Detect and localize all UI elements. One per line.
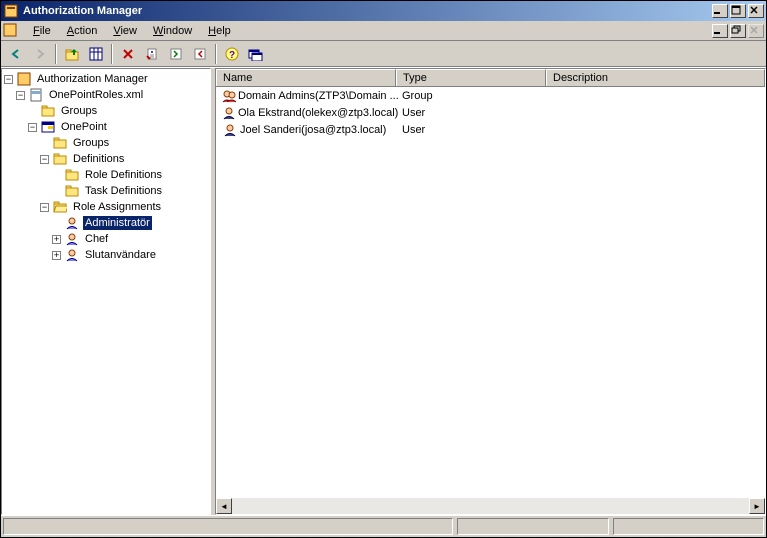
status-panel-2	[457, 518, 608, 535]
scroll-right-button[interactable]: ►	[749, 498, 765, 514]
tree-role-assign[interactable]: Role Assignments	[71, 200, 163, 214]
col-type[interactable]: Type	[396, 69, 546, 86]
group-icon	[222, 88, 236, 104]
window-title: Authorization Manager	[23, 5, 712, 17]
separator	[55, 44, 57, 64]
menu-file[interactable]: File	[25, 23, 59, 39]
list-header: Name Type Description	[216, 69, 765, 87]
status-panel-1	[3, 518, 453, 535]
delete-button[interactable]	[117, 43, 139, 65]
tree-groups[interactable]: Groups	[59, 104, 99, 118]
refresh-button[interactable]	[165, 43, 187, 65]
folder-icon	[52, 135, 68, 151]
col-description[interactable]: Description	[546, 69, 765, 86]
menubar: File Action View Window Help	[1, 21, 766, 41]
close-button[interactable]	[748, 4, 764, 18]
new-window-button[interactable]	[245, 43, 267, 65]
role-icon	[64, 247, 80, 263]
expand-icon[interactable]: −	[40, 155, 49, 164]
list-panel: Name Type Description Domain Admins(ZTP3…	[215, 68, 766, 515]
col-name[interactable]: Name	[216, 69, 396, 86]
row-name: Ola Ekstrand(olekex@ztp3.local)	[238, 107, 398, 119]
manager-icon	[16, 71, 32, 87]
tree-app[interactable]: OnePoint	[59, 120, 109, 134]
folder-icon	[52, 151, 68, 167]
tree-task-defs[interactable]: Task Definitions	[83, 184, 164, 198]
mdi-minimize-button[interactable]	[712, 24, 728, 38]
window-controls	[712, 4, 764, 18]
help-button[interactable]: ?	[221, 43, 243, 65]
up-button[interactable]	[61, 43, 83, 65]
statusbar	[1, 515, 766, 537]
expand-icon[interactable]: −	[16, 91, 25, 100]
list-body[interactable]: Domain Admins(ZTP3\Domain ...GroupOla Ek…	[216, 87, 765, 498]
scroll-left-button[interactable]: ◄	[216, 498, 232, 514]
row-type: Group	[398, 89, 548, 103]
expand-icon[interactable]: −	[28, 123, 37, 132]
tree-admin[interactable]: Administratör	[83, 216, 152, 230]
row-description	[548, 129, 765, 131]
folder-icon	[40, 103, 56, 119]
folder-icon	[64, 183, 80, 199]
role-icon	[64, 215, 80, 231]
app-icon	[40, 119, 56, 135]
row-description	[548, 112, 765, 114]
tree-panel[interactable]: − Authorization Manager − OnePointRoles.…	[1, 68, 211, 515]
export-button[interactable]	[189, 43, 211, 65]
columns-button[interactable]	[85, 43, 107, 65]
separator	[111, 44, 113, 64]
tree-app-groups[interactable]: Groups	[71, 136, 111, 150]
folder-open-icon	[52, 199, 68, 215]
menu-window[interactable]: Window	[145, 23, 200, 39]
list-row[interactable]: Domain Admins(ZTP3\Domain ...Group	[216, 87, 765, 104]
folder-icon	[64, 167, 80, 183]
row-description	[548, 95, 765, 97]
tree-root[interactable]: Authorization Manager	[35, 72, 150, 86]
row-type: User	[398, 106, 548, 120]
toolbar: ?	[1, 41, 766, 67]
role-icon	[64, 231, 80, 247]
app-window: Authorization Manager File Action View W…	[0, 0, 767, 538]
status-panel-3	[613, 518, 764, 535]
row-type: User	[398, 123, 548, 137]
menu-view[interactable]: View	[105, 23, 145, 39]
minimize-button[interactable]	[712, 4, 728, 18]
expand-icon[interactable]: −	[4, 75, 13, 84]
mdi-close-button[interactable]	[748, 24, 764, 38]
mdi-restore-button[interactable]	[730, 24, 746, 38]
mmc-icon	[3, 23, 19, 39]
forward-button[interactable]	[29, 43, 51, 65]
svg-text:?: ?	[229, 50, 235, 61]
menu-action[interactable]: Action	[59, 23, 106, 39]
hscrollbar[interactable]: ◄ ►	[216, 498, 765, 514]
properties-button[interactable]	[141, 43, 163, 65]
content-area: − Authorization Manager − OnePointRoles.…	[1, 67, 766, 515]
tree-file[interactable]: OnePointRoles.xml	[47, 88, 145, 102]
separator	[215, 44, 217, 64]
user-icon	[222, 105, 236, 121]
menu-help[interactable]: Help	[200, 23, 239, 39]
list-row[interactable]: Ola Ekstrand(olekex@ztp3.local)User	[216, 104, 765, 121]
tree-slutanv[interactable]: Slutanvändare	[83, 248, 158, 262]
back-button[interactable]	[5, 43, 27, 65]
row-name: Domain Admins(ZTP3\Domain ...	[238, 90, 398, 102]
expand-icon[interactable]: −	[40, 203, 49, 212]
tree-chef[interactable]: Chef	[83, 232, 110, 246]
scroll-track[interactable]	[232, 498, 749, 514]
tree-definitions[interactable]: Definitions	[71, 152, 126, 166]
expand-icon[interactable]: +	[52, 235, 61, 244]
titlebar: Authorization Manager	[1, 1, 766, 21]
expand-icon[interactable]: +	[52, 251, 61, 260]
user-icon	[222, 122, 238, 138]
row-name: Joel Sanderi(josa@ztp3.local)	[240, 124, 386, 136]
list-row[interactable]: Joel Sanderi(josa@ztp3.local) User	[216, 121, 765, 138]
tree-role-defs[interactable]: Role Definitions	[83, 168, 164, 182]
xml-file-icon	[28, 87, 44, 103]
app-icon	[3, 3, 19, 19]
maximize-button[interactable]	[730, 4, 746, 18]
